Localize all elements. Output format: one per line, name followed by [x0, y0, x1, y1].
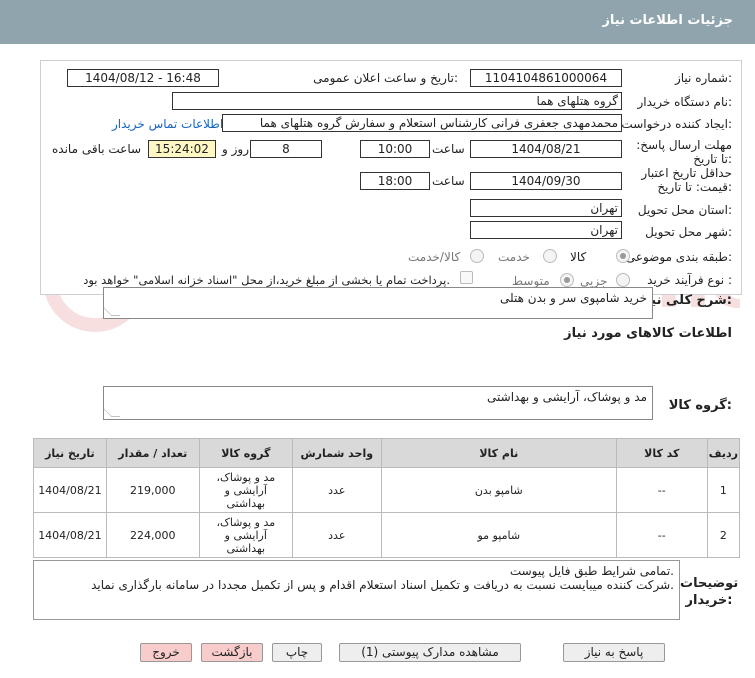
cell-date: 1404/08/21 — [33, 467, 107, 513]
category-radio-service[interactable] — [543, 249, 557, 263]
cell-date: 1404/08/21 — [33, 512, 107, 558]
category-option-goods: کالا — [570, 250, 587, 264]
deadline-time-label: ساعت — [432, 142, 465, 156]
validity-time-label: ساعت — [432, 174, 465, 188]
validity-date-field: 1404/09/30 — [470, 172, 622, 190]
col-group: گروه کالا — [198, 438, 293, 468]
announce-field: 1404/08/12 - 16:48 — [67, 69, 219, 87]
back-button[interactable]: بازگشت — [201, 643, 263, 662]
category-label: طبقه بندی موضوعی: — [625, 250, 732, 264]
cell-code: -- — [615, 512, 708, 558]
view-attachments-button[interactable]: مشاهده مدارک پیوستی (1) — [339, 643, 521, 662]
cell-unit: عدد — [291, 467, 382, 513]
category-radio-goods[interactable] — [616, 249, 630, 263]
col-code: کد کالا — [615, 438, 708, 468]
reply-button[interactable]: پاسخ به نیاز — [563, 643, 665, 662]
need-number-field: 1104104861000064 — [470, 69, 622, 87]
city-field: تهران — [470, 221, 622, 239]
table-row: 2 -- شامپو مو عدد مد و پوشاک، آرایشی و ب… — [33, 512, 741, 558]
days-label: روز و — [222, 142, 249, 156]
exit-button[interactable]: خروج — [140, 643, 192, 662]
cell-group: مد و پوشاک، آرایشی و بهداشتی — [198, 467, 293, 513]
process-label: نوع فرآیند خرید : — [647, 273, 732, 287]
goods-section-title: اطلاعات کالاهای مورد نیاز — [564, 326, 732, 341]
cell-row: 2 — [706, 512, 741, 558]
items-table: ردیف کد کالا نام کالا واحد شمارش گروه کا… — [33, 438, 741, 558]
col-name: نام کالا — [380, 438, 617, 468]
deadline-date-field: 1404/08/21 — [470, 140, 622, 158]
cell-qty: 224,000 — [105, 512, 200, 558]
page-title: جزئیات اطلاعات نیاز — [602, 13, 733, 28]
cell-qty: 219,000 — [105, 467, 200, 513]
contact-buyer-link[interactable]: اطلاعات تماس خریدار — [112, 117, 223, 131]
cell-name: شامپو مو — [380, 512, 617, 558]
cell-row: 1 — [706, 467, 741, 513]
deadline-time-field: 10:00 — [360, 140, 430, 158]
deadline-label: مهلت ارسال پاسخ: تا تاریخ: — [636, 138, 732, 166]
remaining-time-field: 15:24:02 — [148, 140, 216, 158]
category-option-both: کالا/خدمت — [408, 250, 461, 264]
category-option-service: خدمت — [498, 250, 530, 264]
city-label: شهر محل تحویل: — [645, 225, 732, 239]
print-button[interactable]: چاپ — [272, 643, 322, 662]
process-radio-minor[interactable] — [616, 273, 630, 287]
table-row: 1 -- شامپو بدن عدد مد و پوشاک، آرایشی و … — [33, 467, 741, 513]
treasury-payment-note: پرداخت تمام یا بخشی از مبلغ خرید،از محل … — [83, 273, 450, 287]
announce-label: تاریخ و ساعت اعلان عمومی: — [313, 71, 458, 85]
creator-label: ایجاد کننده درخواست: — [621, 117, 732, 131]
table-header-row: ردیف کد کالا نام کالا واحد شمارش گروه کا… — [33, 438, 741, 468]
validity-time-field: 18:00 — [360, 172, 430, 190]
cell-group: مد و پوشاک، آرایشی و بهداشتی — [198, 512, 293, 558]
cell-unit: عدد — [291, 512, 382, 558]
goods-group-label: گروه کالا: — [668, 398, 732, 413]
process-option-minor: جزیی — [580, 274, 608, 288]
remaining-label: ساعت باقی مانده — [52, 142, 142, 156]
province-field: تهران — [470, 199, 622, 217]
summary-field: خرید شامپوی سر و بدن هتلی — [102, 287, 653, 319]
col-row: ردیف — [706, 438, 741, 468]
category-radio-both[interactable] — [470, 249, 484, 263]
col-qty: تعداد / مقدار — [105, 438, 200, 468]
process-option-medium: متوسط — [512, 274, 550, 288]
notes-field: تمامی شرایط طبق فایل پیوست. شرکت کننده م… — [33, 560, 680, 620]
need-number-label: شماره نیاز: — [674, 71, 732, 85]
process-radio-medium[interactable] — [560, 273, 574, 287]
validity-label: حداقل تاریخ اعتبار قیمت: تا تاریخ: — [641, 166, 732, 194]
col-unit: واحد شمارش — [291, 438, 382, 468]
treasury-payment-checkbox[interactable] — [460, 271, 473, 284]
days-count-field: 8 — [250, 140, 322, 158]
notes-label: توضیحات خریدار: — [680, 576, 739, 608]
province-label: استان محل تحویل: — [637, 203, 732, 217]
col-date: تاریخ نیاز — [33, 438, 107, 468]
goods-group-field: مد و پوشاک، آرایشی و بهداشتی — [102, 386, 653, 420]
buyer-org-label: نام دستگاه خریدار: — [637, 95, 733, 109]
creator-field: محمدمهدی جعفری فرانی کارشناس استعلام و س… — [222, 114, 622, 132]
buyer-org-field: گروه هتلهای هما — [172, 92, 622, 110]
page-header: جزئیات اطلاعات نیاز — [0, 0, 755, 44]
cell-code: -- — [615, 467, 708, 513]
cell-name: شامپو بدن — [380, 467, 617, 513]
